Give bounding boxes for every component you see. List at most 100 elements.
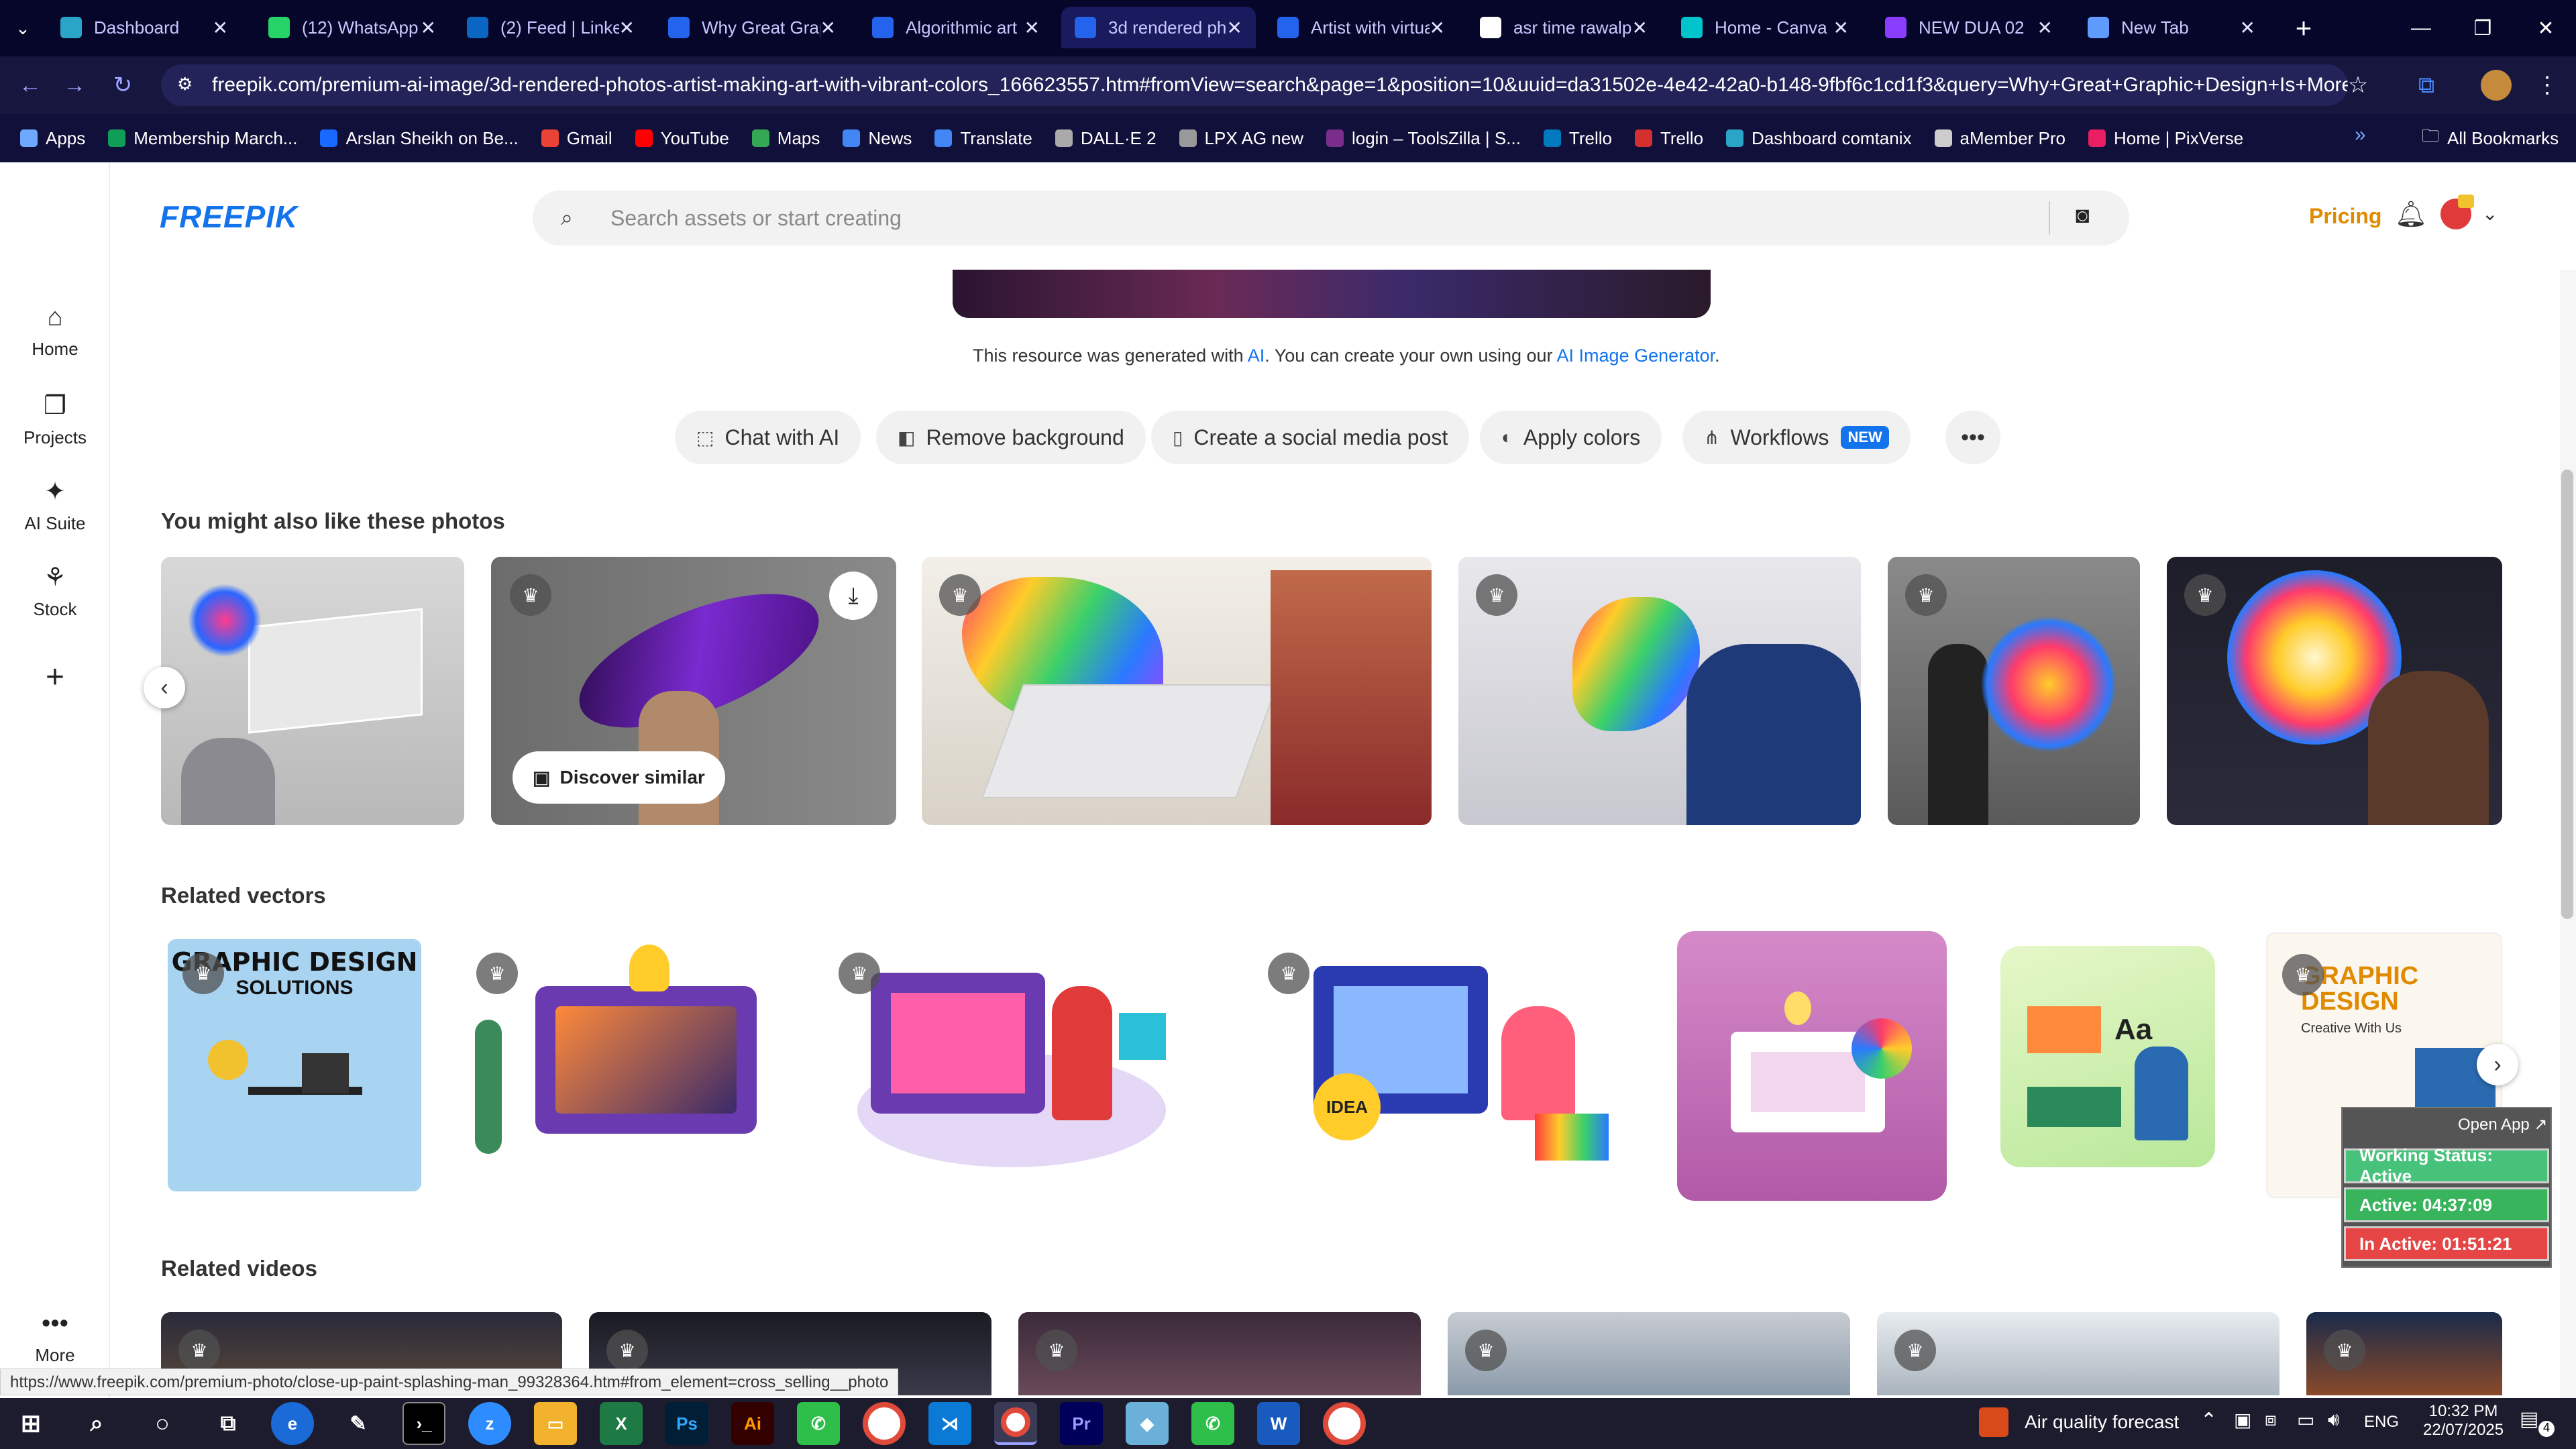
remove-background-button[interactable]: ◧ Remove background [876, 411, 1146, 464]
restore-icon[interactable]: ❐ [2453, 0, 2513, 56]
terminal-icon[interactable]: ›_ [402, 1402, 445, 1445]
sidebar-item-more[interactable]: ••• More [0, 1309, 110, 1366]
vector-card[interactable]: Aa [1987, 939, 2233, 1191]
chrome-profile-icon[interactable] [1323, 1402, 1366, 1445]
bookmark-item[interactable]: News [843, 128, 912, 149]
tab-search-icon[interactable]: ⌄ [9, 15, 36, 42]
bookmark-item[interactable]: aMember Pro [1934, 128, 2065, 149]
tab-close-icon[interactable]: ✕ [1430, 17, 1445, 39]
bookmark-item[interactable]: Membership March... [108, 128, 297, 149]
app-green2-icon[interactable]: ✆ [1191, 1402, 1234, 1445]
search-input[interactable]: ⌕ Search assets or start creating ◙ [533, 191, 2129, 246]
tab-close-icon[interactable]: ✕ [2037, 17, 2053, 39]
camera-search-icon[interactable]: ◙ [2076, 203, 2090, 229]
photo-card[interactable] [161, 557, 464, 825]
create-social-post-button[interactable]: ▯ Create a social media post [1151, 411, 1470, 464]
photo-card[interactable]: ♛ [2167, 557, 2502, 825]
bookmark-item[interactable]: Dashboard comtanix [1726, 128, 1912, 149]
notice-ai-link[interactable]: AI [1248, 345, 1265, 366]
bookmark-item[interactable]: Arslan Sheikh on Be... [320, 128, 519, 149]
carousel-prev-button[interactable]: ‹ [144, 667, 185, 708]
browser-tab[interactable]: (2) Feed | LinkedIn✕ [453, 7, 648, 48]
tray-display-icon[interactable]: ⧈ [2265, 1409, 2277, 1431]
app-blue-icon[interactable]: ◆ [1126, 1402, 1169, 1445]
vector-card[interactable] [1677, 931, 1947, 1201]
tab-close-icon[interactable]: ✕ [1833, 17, 1849, 39]
back-icon[interactable]: ← [12, 67, 48, 103]
cortana-icon[interactable]: ○ [141, 1402, 184, 1445]
bookmark-item[interactable]: Maps [751, 128, 820, 149]
tab-close-icon[interactable]: ✕ [619, 17, 635, 39]
bookmark-item[interactable]: Trello [1634, 128, 1703, 149]
workflows-button[interactable]: ⋔ Workflows NEW [1682, 411, 1911, 464]
vector-card[interactable]: IDEA ♛ [1246, 939, 1622, 1191]
tab-close-icon[interactable]: ✕ [213, 17, 228, 39]
bookmark-item[interactable]: LPX AG new [1179, 128, 1303, 149]
minimize-icon[interactable]: — [2391, 0, 2451, 56]
bookmark-item[interactable]: Gmail [541, 128, 612, 149]
photoshop-icon[interactable]: Ps [665, 1402, 708, 1445]
new-tab-button[interactable]: + [2285, 9, 2322, 47]
browser-tab[interactable]: NEW DUA 02 ✕ [1872, 7, 2066, 48]
sidebar-item-projects[interactable]: ❐ Projects [0, 390, 110, 448]
file-explorer-icon[interactable]: ▭ [534, 1402, 577, 1445]
carousel-next-button[interactable]: › [2477, 1044, 2518, 1085]
profile-avatar[interactable] [2478, 67, 2514, 103]
task-view-icon[interactable]: ⧉ [207, 1402, 250, 1445]
bookmark-item[interactable]: Home | PixVerse [2088, 128, 2243, 149]
close-window-icon[interactable]: ✕ [2516, 0, 2576, 56]
vector-card[interactable]: ♛ [830, 939, 1206, 1191]
video-card[interactable]: ♛ [1877, 1312, 2279, 1395]
clock[interactable]: 10:32 PM 22/07/2025 [2423, 1402, 2504, 1440]
browser-tab[interactable]: 3d rendered photos✕ [1061, 7, 1256, 48]
network-icon[interactable]: ▭ [2297, 1409, 2314, 1431]
bookmark-item[interactable]: DALL·E 2 [1055, 128, 1157, 149]
extensions-icon[interactable]: ⧉ [2408, 67, 2445, 103]
discover-similar-button[interactable]: ▣ Discover similar [513, 751, 725, 804]
bookmark-item[interactable]: Apps [20, 128, 85, 149]
site-info-icon[interactable]: ⚙ [177, 74, 200, 97]
illustrator-icon[interactable]: Ai [731, 1402, 774, 1445]
sidebar-item-ai-suite[interactable]: ✦ AI Suite [0, 476, 110, 534]
bookmark-item[interactable]: Trello [1543, 128, 1612, 149]
notifications-bell-icon[interactable]: 🔔︎ [2395, 200, 2427, 229]
tab-close-icon[interactable]: ✕ [820, 17, 836, 39]
vector-card[interactable]: ♛ [462, 939, 790, 1191]
language-indicator[interactable]: ENG [2364, 1413, 2399, 1432]
open-app-link[interactable]: Open App ↗ [2458, 1115, 2548, 1134]
volume-icon[interactable]: 🔊︎ [2328, 1409, 2340, 1431]
search-icon[interactable]: ⌕ [75, 1402, 118, 1445]
browser-tab[interactable]: Home - Canva ✕ [1668, 7, 1862, 48]
zoom-icon[interactable]: z [468, 1402, 511, 1445]
browser-tab[interactable]: (12) WhatsApp ✕ [255, 7, 449, 48]
pen-icon[interactable]: ✎ [337, 1402, 380, 1445]
word-icon[interactable]: W [1257, 1402, 1300, 1445]
browser-tab[interactable]: Why Great Graphic✕ [655, 7, 849, 48]
chrome-icon[interactable] [863, 1402, 906, 1445]
reload-icon[interactable]: ↻ [105, 67, 141, 103]
tab-close-icon[interactable]: ✕ [1024, 17, 1040, 39]
tray-chevron-icon[interactable]: ⌃ [2200, 1409, 2217, 1432]
photo-card[interactable]: ♛ [1888, 557, 2140, 825]
sidebar-item-home[interactable]: ⌂ Home [0, 303, 110, 360]
vscode-icon[interactable]: ⋊ [928, 1402, 971, 1445]
chevron-down-icon[interactable]: ⌄ [2482, 203, 2498, 225]
bookmark-item[interactable]: YouTube [635, 128, 729, 149]
chrome-active-icon[interactable] [994, 1402, 1037, 1445]
app-green-icon[interactable]: ✆ [797, 1402, 840, 1445]
add-tool-button[interactable]: + [0, 659, 110, 696]
ai-image-generator-link[interactable]: AI Image Generator [1557, 345, 1715, 366]
browser-tab[interactable]: Artist with virtual ✕ [1264, 7, 1458, 48]
all-bookmarks[interactable]: 🗀 All Bookmarks [2422, 123, 2559, 153]
bookmark-star-icon[interactable]: ☆ [2340, 67, 2376, 103]
tab-close-icon[interactable]: ✕ [421, 17, 436, 39]
photo-card[interactable]: ♛ [1458, 557, 1861, 825]
notification-center-icon[interactable]: ▤ 4 [2520, 1407, 2555, 1438]
forward-icon[interactable]: → [56, 67, 93, 103]
edge-icon[interactable]: e [271, 1402, 314, 1445]
chat-with-ai-button[interactable]: ⬚ Chat with AI [675, 411, 861, 464]
browser-tab[interactable]: Algorithmic art ✕ [859, 7, 1053, 48]
tray-app-icon[interactable]: ▣ [2234, 1409, 2251, 1431]
browser-menu-icon[interactable]: ⋮ [2529, 67, 2565, 103]
weather-text[interactable]: Air quality forecast [2025, 1411, 2179, 1433]
